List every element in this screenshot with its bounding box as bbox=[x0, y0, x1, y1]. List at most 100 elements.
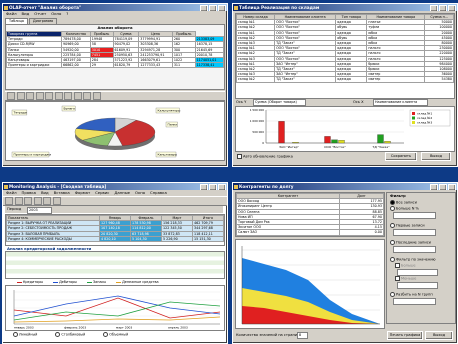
zoom-out-button[interactable] bbox=[45, 92, 53, 100]
monitoring-toolbar bbox=[3, 196, 227, 206]
y-tick-label: 0 bbox=[262, 141, 264, 145]
less-value-input[interactable] bbox=[397, 282, 438, 289]
minimize-button[interactable] bbox=[430, 184, 438, 190]
more-checkbox[interactable]: Больше bbox=[395, 263, 416, 268]
row-label: Принтеры и картриджи bbox=[6, 62, 62, 69]
axis-y-label: Ось Y bbox=[236, 100, 247, 104]
legend-button[interactable] bbox=[64, 92, 72, 100]
table-row[interactable]: склад №2 ТД "Заказ" одежда свитер 54380 bbox=[236, 76, 454, 83]
monitoring-grid: Показатель Январь Февраль Март Итого Раз… bbox=[6, 214, 224, 243]
percent-input[interactable] bbox=[393, 212, 436, 219]
exit-button[interactable]: Выход bbox=[421, 152, 451, 161]
open-button[interactable] bbox=[14, 197, 23, 205]
legend-label: склад №3 bbox=[417, 121, 432, 125]
app-icon bbox=[4, 184, 8, 189]
minimize-button[interactable] bbox=[200, 5, 208, 11]
copy-button[interactable] bbox=[26, 92, 34, 100]
olap-window: OLAP-отчет "Анализ оборота" Файл Вид Отчет… bbox=[2, 3, 228, 167]
exit-button[interactable]: Выход bbox=[425, 331, 453, 340]
last-count-input[interactable] bbox=[393, 246, 436, 253]
radio-all[interactable]: Все записи bbox=[390, 200, 417, 205]
menu-view[interactable]: Вид bbox=[41, 190, 49, 195]
menu-edit[interactable]: Правка bbox=[22, 190, 36, 195]
radio-first[interactable]: Первые записи bbox=[390, 223, 425, 228]
table-row[interactable]: Салют ЗАО 0.00 bbox=[236, 229, 384, 236]
color-button[interactable] bbox=[83, 92, 91, 100]
option-3d[interactable]: Объемный bbox=[103, 332, 128, 337]
rotate-button[interactable] bbox=[54, 92, 63, 100]
menu-tools[interactable]: Сервис bbox=[95, 190, 109, 195]
window-controls bbox=[430, 5, 456, 11]
maximize-button[interactable] bbox=[209, 184, 217, 190]
print-button[interactable] bbox=[33, 197, 42, 205]
bar bbox=[292, 142, 299, 144]
close-button[interactable] bbox=[448, 184, 456, 190]
close-button[interactable] bbox=[218, 5, 226, 11]
radio-last[interactable]: Последние записи bbox=[390, 240, 431, 245]
debt-grid: Контрагент Долг ООО Восход 177.95 Инжинир… bbox=[236, 192, 384, 236]
option-bar[interactable]: Столбиковый bbox=[55, 332, 85, 337]
table-row[interactable]: Раздел 4: КОММЕРЧЕСКИЕ РАСХОДЫ 4 820,10 5 … bbox=[6, 235, 224, 243]
cell: 54380 bbox=[424, 76, 454, 83]
radio-by-value[interactable]: Фильтр по значению bbox=[390, 257, 436, 262]
axis-y-select[interactable]: Сумма (Оборот товара) bbox=[253, 99, 306, 106]
save-button[interactable]: Сохранить bbox=[385, 152, 417, 161]
menu-report[interactable]: Отчет bbox=[34, 11, 46, 16]
menu-help[interactable]: ? bbox=[66, 11, 68, 16]
grid-button[interactable] bbox=[73, 92, 82, 100]
radio-more-n[interactable]: Больше N % bbox=[390, 206, 419, 211]
auto-update-checkbox[interactable]: Авто обновление графика bbox=[237, 154, 293, 159]
window-controls bbox=[200, 5, 226, 11]
monitoring-grid-panel: Показатель Январь Февраль Март Итого Раз… bbox=[5, 214, 225, 246]
close-button[interactable] bbox=[218, 184, 226, 190]
col-header[interactable]: Количество bbox=[61, 30, 91, 38]
print-button[interactable] bbox=[16, 92, 25, 100]
zoom-in-button[interactable] bbox=[35, 92, 44, 100]
maximize-button[interactable] bbox=[439, 5, 447, 11]
debt-title: Контрагенты по долгу bbox=[239, 184, 294, 189]
menu-data[interactable]: Данные bbox=[114, 190, 130, 195]
menu-file[interactable]: Файл bbox=[6, 11, 17, 16]
pie-label: Канцтовары bbox=[158, 153, 178, 157]
bar bbox=[384, 141, 391, 144]
chart-button[interactable] bbox=[52, 197, 61, 205]
maximize-button[interactable] bbox=[439, 184, 447, 190]
more-value-input[interactable] bbox=[397, 269, 438, 276]
debt-area-chart bbox=[241, 246, 380, 325]
filter-panel: Фильтр Все записи Больше N % Первые запи… bbox=[386, 192, 456, 324]
period-select[interactable]: 2003 bbox=[27, 206, 52, 214]
menu-format[interactable]: Формат bbox=[75, 190, 90, 195]
filter-button[interactable] bbox=[43, 197, 51, 205]
radio-groups[interactable]: Разбить на N групп bbox=[390, 292, 433, 297]
groups-input[interactable] bbox=[393, 298, 436, 305]
close-button[interactable] bbox=[448, 5, 456, 11]
new-button[interactable] bbox=[5, 197, 13, 205]
menu-view[interactable]: Вид bbox=[22, 11, 30, 16]
first-count-input[interactable] bbox=[393, 229, 436, 236]
chart-type-button[interactable] bbox=[7, 92, 15, 100]
menu-window[interactable]: Окно bbox=[135, 190, 145, 195]
menu-window[interactable]: Окно bbox=[51, 11, 61, 16]
cell: 66862,00 bbox=[61, 62, 91, 69]
cell: Салют ЗАО bbox=[236, 229, 340, 236]
olap-title-bar: OLAP-отчет "Анализ оборота" bbox=[3, 4, 227, 11]
menu-file[interactable]: Файл bbox=[6, 190, 17, 195]
menu-help[interactable]: Справка bbox=[150, 190, 167, 195]
table-row[interactable]: Принтеры и картриджи 66862,00 29 61820,7… bbox=[6, 62, 225, 69]
minimize-button[interactable] bbox=[430, 5, 438, 11]
app-icon bbox=[234, 184, 238, 189]
series-line bbox=[13, 301, 221, 321]
maximize-button[interactable] bbox=[209, 5, 217, 11]
axis-x-select[interactable]: Наименование клиента bbox=[373, 99, 428, 106]
export-button[interactable] bbox=[92, 92, 101, 100]
print-chart-button[interactable]: Печать графика bbox=[387, 331, 423, 340]
cell: 29 bbox=[89, 62, 114, 69]
minimize-button[interactable] bbox=[200, 184, 208, 190]
period-label: Период bbox=[7, 207, 22, 211]
menu-insert[interactable]: Вставка bbox=[54, 190, 70, 195]
option-line[interactable]: Линейный bbox=[13, 332, 37, 337]
page-count-input[interactable]: 8 bbox=[297, 332, 308, 339]
checkbox-icon[interactable] bbox=[237, 154, 242, 159]
save-icon-button[interactable] bbox=[24, 197, 32, 205]
less-checkbox[interactable]: Меньше bbox=[395, 276, 416, 281]
